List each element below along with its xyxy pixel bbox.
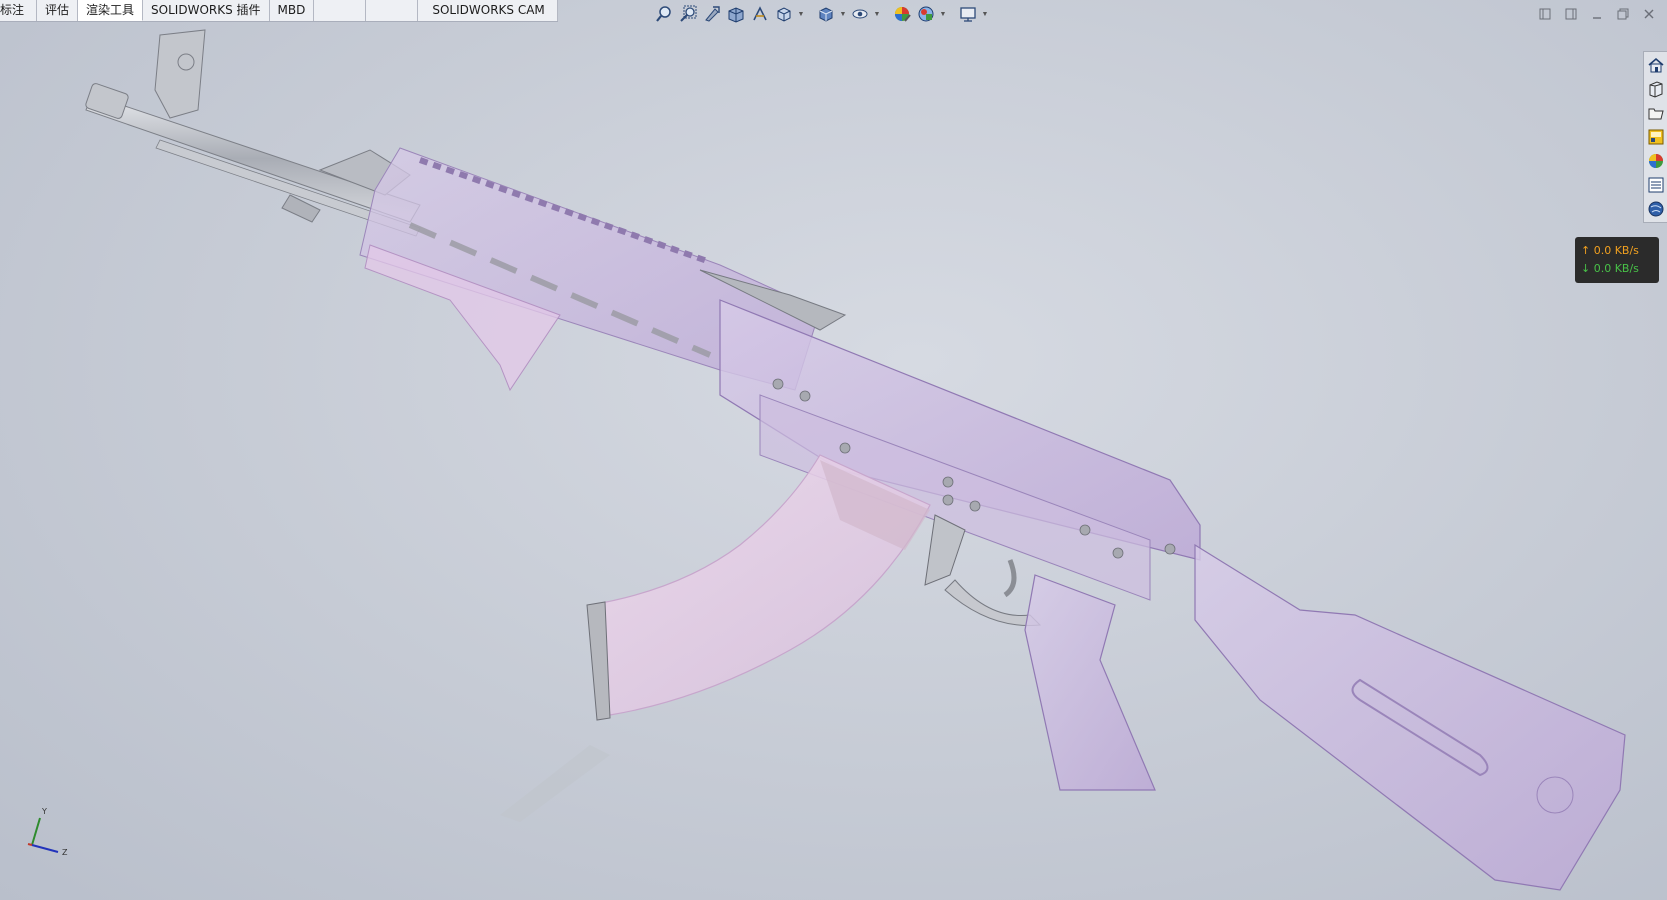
pistol-grip [1024,574,1156,791]
coordinate-triad: Y Z [27,807,68,857]
y-axis-label: Y [41,807,47,816]
magazine [586,454,931,721]
barrel-assembly [85,29,421,237]
model-graphics-area[interactable] [0,0,1667,900]
floor-reflection [500,745,610,822]
z-axis [31,844,59,853]
stock [1194,543,1626,891]
x-axis [27,843,33,846]
z-axis-label: Z [62,848,68,857]
y-axis [31,817,41,846]
